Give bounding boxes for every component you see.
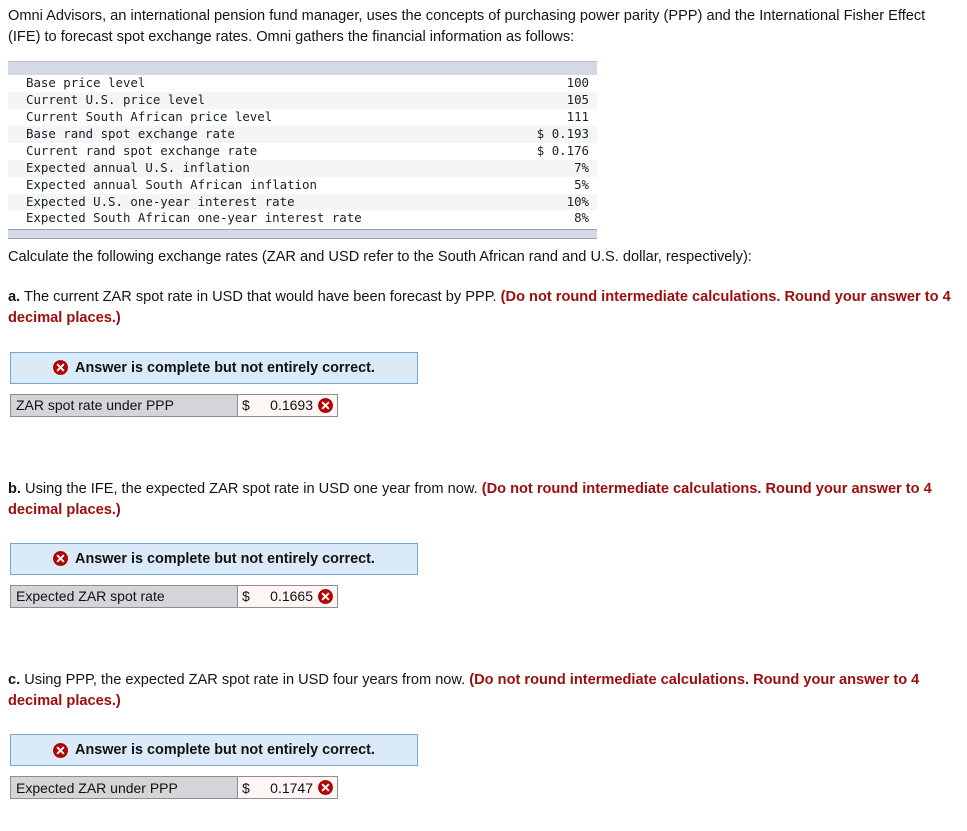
fact-label: Current U.S. price level [26,92,206,108]
error-x-circle-icon [318,397,333,413]
fact-value: 5% [574,176,589,192]
fact-value: 100 [566,75,589,91]
fact-label: Expected South African one-year interest… [26,210,362,226]
currency-symbol: $ [242,588,250,605]
fact-label: Expected annual South African inflation [26,176,317,192]
error-x-circle-icon [53,742,68,758]
table-row: Base price level 100 [8,75,597,93]
question-text: c. Using PPP, the expected ZAR spot rate… [8,670,959,712]
answer-label: Expected ZAR spot rate [11,585,238,607]
currency-symbol: $ [242,397,250,414]
answer-number[interactable]: 0.1747 [250,780,318,796]
fact-value: $ 0.176 [536,142,589,158]
answer-input-row[interactable]: Expected ZAR spot rate $ 0.1665 [10,584,338,608]
table-top-bar [8,61,597,76]
answer-value-field[interactable]: $ 0.1665 [238,585,337,607]
question-letter: b. [8,480,21,497]
status-banner-text: Answer is complete but not entirely corr… [75,742,375,759]
fact-value: 105 [566,92,589,108]
question-section: c. Using PPP, the expected ZAR spot rate… [0,670,967,800]
table-row: Expected annual South African inflation … [8,176,597,194]
answer-input-row[interactable]: ZAR spot rate under PPP $ 0.1693 [10,393,338,417]
fact-value: 111 [566,109,589,125]
answer-block: Answer is complete but not entirely corr… [10,351,967,417]
answer-number[interactable]: 0.1665 [250,588,318,604]
answer-label: ZAR spot rate under PPP [11,394,238,416]
answer-input-row[interactable]: Expected ZAR under PPP $ 0.1747 [10,776,338,800]
intro-paragraph: Omni Advisors, an international pension … [8,8,926,45]
error-x-circle-icon [318,589,333,604]
question-letter: c. [8,671,21,688]
table-row: Current South African price level 111 [8,109,597,127]
currency-symbol: $ [242,779,250,796]
table-row: Current U.S. price level 105 [8,92,597,110]
table-bottom-bar [8,229,597,240]
answer-label: Expected ZAR under PPP [11,777,238,799]
status-banner-text: Answer is complete but not entirely corr… [75,359,375,376]
question-body: Using PPP, the expected ZAR spot rate in… [20,671,470,688]
fact-label: Current South African price level [26,109,273,125]
error-x-circle-icon [53,360,68,376]
table-row: Expected South African one-year interest… [8,210,597,228]
question-section: b. Using the IFE, the expected ZAR spot … [0,479,967,608]
answer-number[interactable]: 0.1693 [250,397,318,413]
error-x-circle-icon [318,780,333,796]
fact-label: Expected U.S. one-year interest rate [26,193,295,209]
error-x-circle-icon [53,551,68,567]
answer-block: Answer is complete but not entirely corr… [10,542,967,608]
fact-label: Base price level [26,75,146,91]
question-letter: a. [8,289,21,306]
question-text: a. The current ZAR spot rate in USD that… [8,287,959,329]
question-body: Using the IFE, the expected ZAR spot rat… [20,480,482,497]
calculation-instruction: Calculate the following exchange rates (… [8,249,752,266]
table-row: Expected U.S. one-year interest rate 10% [8,193,597,211]
question-body: The current ZAR spot rate in USD that wo… [20,289,501,306]
questions-container: a. The current ZAR spot rate in USD that… [0,287,967,800]
table-row: Expected annual U.S. inflation 7% [8,159,597,177]
fact-label: Current rand spot exchange rate [26,142,258,158]
question-section: a. The current ZAR spot rate in USD that… [0,287,967,417]
fact-value: 7% [574,159,589,175]
answer-block: Answer is complete but not entirely corr… [10,734,967,800]
facts-table: Base price level 100 Current U.S. price … [8,75,597,228]
fact-value: $ 0.193 [536,126,589,142]
fact-value: 8% [574,210,589,226]
fact-label: Base rand spot exchange rate [26,126,235,142]
question-text: b. Using the IFE, the expected ZAR spot … [8,479,959,521]
status-banner: Answer is complete but not entirely corr… [10,351,418,384]
status-banner: Answer is complete but not entirely corr… [10,734,418,767]
fact-label: Expected annual U.S. inflation [26,159,250,175]
financial-information-table: Base price level 100 Current U.S. price … [8,61,597,240]
answer-value-field[interactable]: $ 0.1747 [238,777,337,799]
status-banner-text: Answer is complete but not entirely corr… [75,550,375,567]
answer-value-field[interactable]: $ 0.1693 [238,394,337,416]
table-row: Base rand spot exchange rate $ 0.193 [8,126,597,143]
table-row: Current rand spot exchange rate $ 0.176 [8,142,597,160]
fact-value: 10% [566,193,589,209]
status-banner: Answer is complete but not entirely corr… [10,542,418,575]
